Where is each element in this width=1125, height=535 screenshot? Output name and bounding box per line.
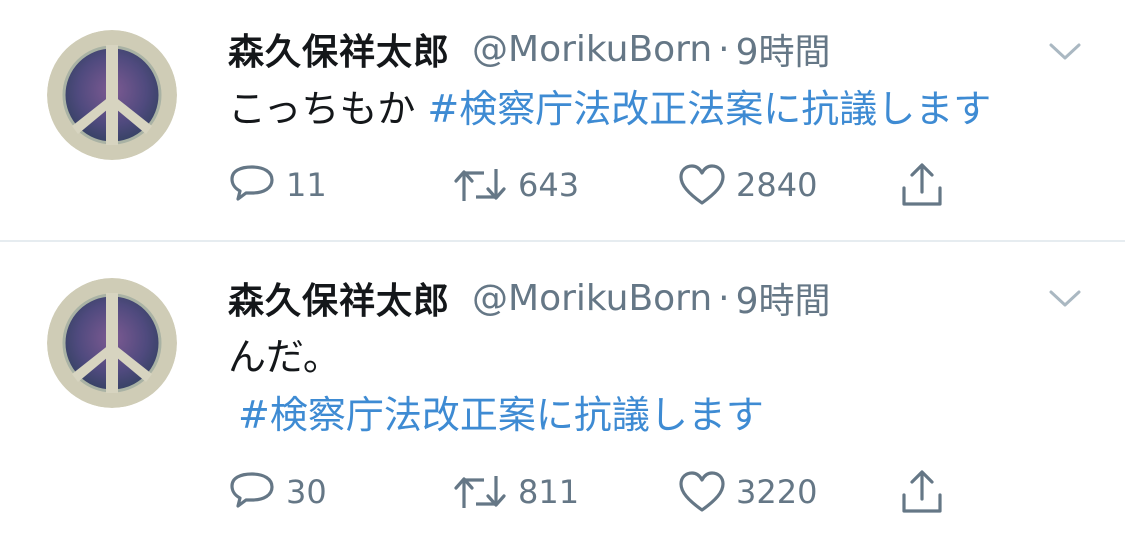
like-button[interactable]: 3220 xyxy=(678,467,817,517)
retweet-icon xyxy=(454,476,506,508)
reply-icon xyxy=(230,472,274,508)
tweet-actions: 11 643 2840 xyxy=(228,160,988,210)
author-name[interactable]: 森久保祥太郎 xyxy=(228,23,450,75)
peace-sign-icon xyxy=(47,278,177,408)
tweet[interactable]: 森久保祥太郎 @MorikuBorn · 9時間 んだ。 #検察庁法改正案に抗議… xyxy=(0,242,1125,535)
retweet-button[interactable]: 643 xyxy=(452,160,579,210)
retweet-count: 643 xyxy=(518,166,580,204)
author-handle[interactable]: @MorikuBorn xyxy=(472,29,712,70)
like-button[interactable]: 2840 xyxy=(678,160,817,210)
share-button[interactable] xyxy=(900,467,944,517)
separator: · xyxy=(718,277,730,319)
like-count: 2840 xyxy=(736,166,818,204)
tweet-text-content: んだ。 xyxy=(228,335,341,379)
chevron-down-icon[interactable] xyxy=(1048,42,1082,62)
timestamp[interactable]: 9時間 xyxy=(736,272,831,324)
tweet-text: んだ。 #検察庁法改正案に抗議します xyxy=(228,328,764,444)
share-icon xyxy=(902,470,942,513)
peace-sign-icon xyxy=(47,30,177,160)
share-icon xyxy=(902,163,942,206)
retweet-button[interactable]: 811 xyxy=(452,467,579,517)
tweet-text-content: こっちもか xyxy=(228,87,428,131)
author-handle[interactable]: @MorikuBorn xyxy=(472,278,712,319)
tweet-header: 森久保祥太郎 @MorikuBorn · 9時間 xyxy=(228,273,831,323)
like-count: 3220 xyxy=(736,473,818,511)
reply-button[interactable]: 11 xyxy=(228,160,327,210)
retweet-count: 811 xyxy=(518,473,580,511)
avatar[interactable] xyxy=(47,30,177,160)
reply-count: 30 xyxy=(286,473,327,511)
timestamp[interactable]: 9時間 xyxy=(736,23,831,75)
reply-icon xyxy=(230,165,274,201)
avatar[interactable] xyxy=(47,278,177,408)
chevron-down-icon[interactable] xyxy=(1048,289,1082,309)
hashtag-link[interactable]: #検察庁法改正案に抗議します xyxy=(238,386,764,444)
share-button[interactable] xyxy=(900,160,944,210)
hashtag-link[interactable]: #検察庁法改正法案に抗議します xyxy=(427,87,991,131)
reply-count: 11 xyxy=(286,166,327,204)
tweet-header: 森久保祥太郎 @MorikuBorn · 9時間 xyxy=(228,24,831,74)
tweet-actions: 30 811 3220 xyxy=(228,467,988,517)
separator: · xyxy=(718,28,730,70)
retweet-icon xyxy=(454,169,506,201)
heart-icon xyxy=(679,164,725,205)
reply-button[interactable]: 30 xyxy=(228,467,327,517)
tweet-text: こっちもか #検察庁法改正法案に抗議します xyxy=(228,80,991,138)
tweet[interactable]: 森久保祥太郎 @MorikuBorn · 9時間 こっちもか #検察庁法改正法案… xyxy=(0,0,1125,241)
author-name[interactable]: 森久保祥太郎 xyxy=(228,272,450,324)
heart-icon xyxy=(679,471,725,512)
